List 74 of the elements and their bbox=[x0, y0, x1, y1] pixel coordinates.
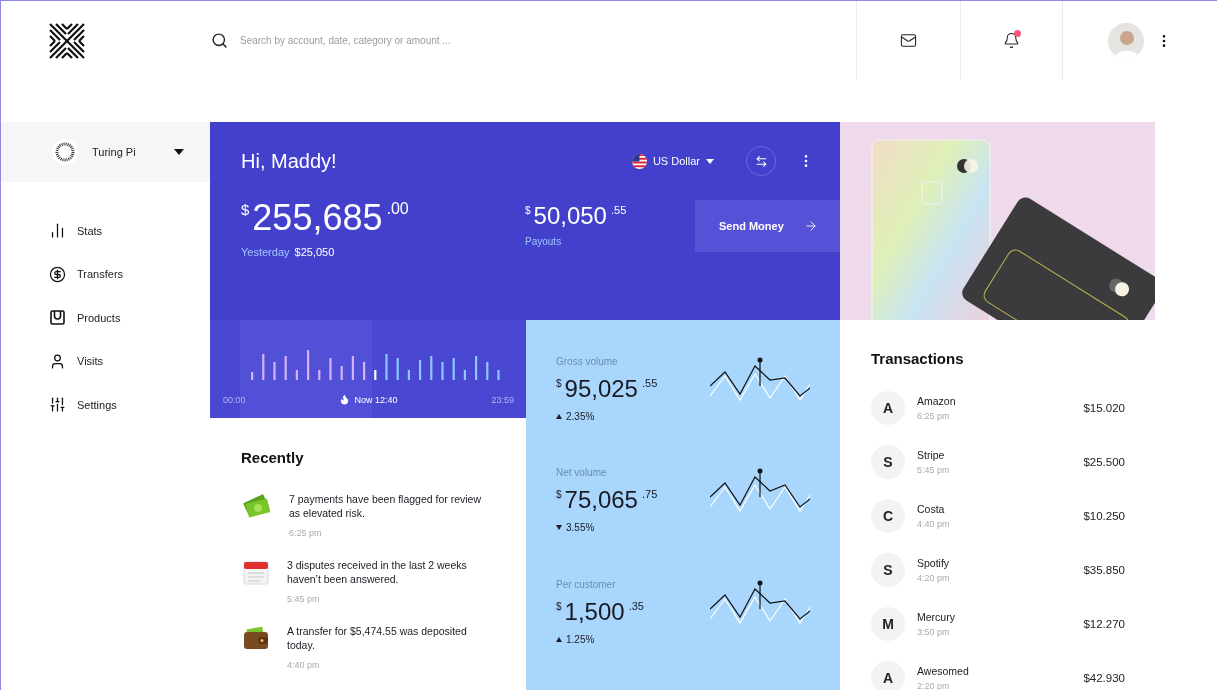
merchant-initial: A bbox=[871, 661, 905, 690]
activity-text: 3 disputes received in the last 2 weeks haven’t been answered. bbox=[287, 558, 468, 586]
transaction-time: 6:25 pm bbox=[917, 411, 951, 421]
calendar-icon bbox=[241, 558, 271, 586]
activity-time: 5:45 pm bbox=[287, 594, 321, 604]
transaction-time: 3:50 pm bbox=[917, 627, 951, 637]
merchant-initial: C bbox=[871, 499, 905, 533]
up-triangle-icon bbox=[556, 414, 562, 419]
user-icon bbox=[49, 352, 66, 370]
nav-item[interactable]: Transfers bbox=[1, 252, 210, 296]
transaction-amount: $12.270 bbox=[1083, 618, 1125, 630]
transaction-amount: $15.020 bbox=[1083, 402, 1125, 414]
caret-icon bbox=[174, 149, 184, 155]
merchant-initial: A bbox=[871, 391, 905, 425]
up-triangle-icon bbox=[556, 636, 562, 642]
logo-icon bbox=[48, 21, 86, 60]
metric-label: Gross volume bbox=[556, 356, 619, 367]
dollar-icon bbox=[49, 265, 66, 283]
search-field[interactable]: Search by account, date, category or amount ... bbox=[238, 34, 542, 47]
start-time: 00:00 bbox=[223, 394, 246, 405]
merchant-initial: S bbox=[871, 445, 905, 479]
merchant-initial: M bbox=[871, 607, 905, 641]
metric-label: Per customer bbox=[556, 578, 617, 590]
flag-icon bbox=[631, 153, 647, 169]
nav-item[interactable]: Visits bbox=[1, 339, 210, 383]
activity-time: 6:25 pm bbox=[289, 528, 323, 538]
greeting: Hi, Maddy! bbox=[241, 149, 338, 173]
flame-icon bbox=[339, 394, 351, 405]
transaction-amount: $10.250 bbox=[1083, 510, 1125, 522]
metric-change: 1.25% bbox=[556, 633, 700, 645]
transaction-time: 2:20 pm bbox=[917, 681, 951, 690]
merchant-name: Mercury bbox=[917, 611, 956, 623]
nav-item[interactable]: Products bbox=[1, 296, 210, 340]
metric-change: 3.55% bbox=[556, 522, 700, 534]
now-time: Now 12:40 bbox=[339, 394, 398, 405]
settings-icon bbox=[49, 396, 66, 414]
merchant-initial: S bbox=[871, 553, 905, 587]
section-title: Transactions bbox=[871, 350, 965, 367]
transaction-amount: $42.930 bbox=[1083, 672, 1125, 684]
section-title: Recently bbox=[241, 449, 305, 466]
account-logo-icon bbox=[52, 139, 78, 165]
payouts-label: Payouts bbox=[525, 236, 563, 247]
transaction-amount: $25.500 bbox=[1083, 456, 1125, 468]
yesterday-label: Yesterday bbox=[241, 246, 290, 258]
transaction-time: 4:40 pm bbox=[917, 519, 951, 529]
wallet-icon bbox=[241, 624, 271, 652]
transaction-amount: $35.850 bbox=[1083, 564, 1125, 576]
merchant-name: Stripe bbox=[917, 449, 946, 461]
activity-time: 4:40 pm bbox=[287, 660, 321, 670]
merchant-name: Amazon bbox=[917, 395, 957, 407]
bar-chart-icon bbox=[49, 222, 66, 240]
down-triangle-icon bbox=[556, 525, 562, 531]
bag-icon bbox=[49, 309, 66, 327]
nav-item[interactable]: Stats bbox=[1, 209, 210, 253]
transaction-time: 4:20 pm bbox=[917, 573, 951, 583]
currency-selector[interactable]: US Dollar bbox=[631, 153, 714, 169]
end-time: 23:59 bbox=[491, 394, 514, 405]
search-icon[interactable] bbox=[211, 32, 228, 49]
arrow-right-icon bbox=[804, 219, 818, 233]
metric-label: Net volume bbox=[556, 467, 608, 479]
send-money-button[interactable]: Send Money bbox=[695, 200, 840, 252]
activity-text: 7 payments have been flagged for review as elevated risk. bbox=[289, 492, 483, 520]
account-switcher[interactable]: Turing Pi bbox=[1, 122, 210, 182]
yesterday-value: $25,050 bbox=[294, 246, 335, 258]
caret-icon bbox=[706, 158, 714, 164]
activity-text: A transfer for $5,474.55 was deposited today. bbox=[287, 624, 468, 652]
merchant-name: Awesomed bbox=[917, 665, 970, 677]
merchant-name: Spotify bbox=[917, 557, 951, 569]
bell-icon[interactable] bbox=[1001, 30, 1022, 51]
transaction-time: 5:45 pm bbox=[917, 465, 951, 475]
nav-item[interactable]: Settings bbox=[1, 383, 210, 427]
swap-arrows-icon bbox=[754, 154, 768, 168]
metric-change: 2.35% bbox=[556, 411, 700, 422]
merchant-name: Costa bbox=[917, 503, 946, 515]
